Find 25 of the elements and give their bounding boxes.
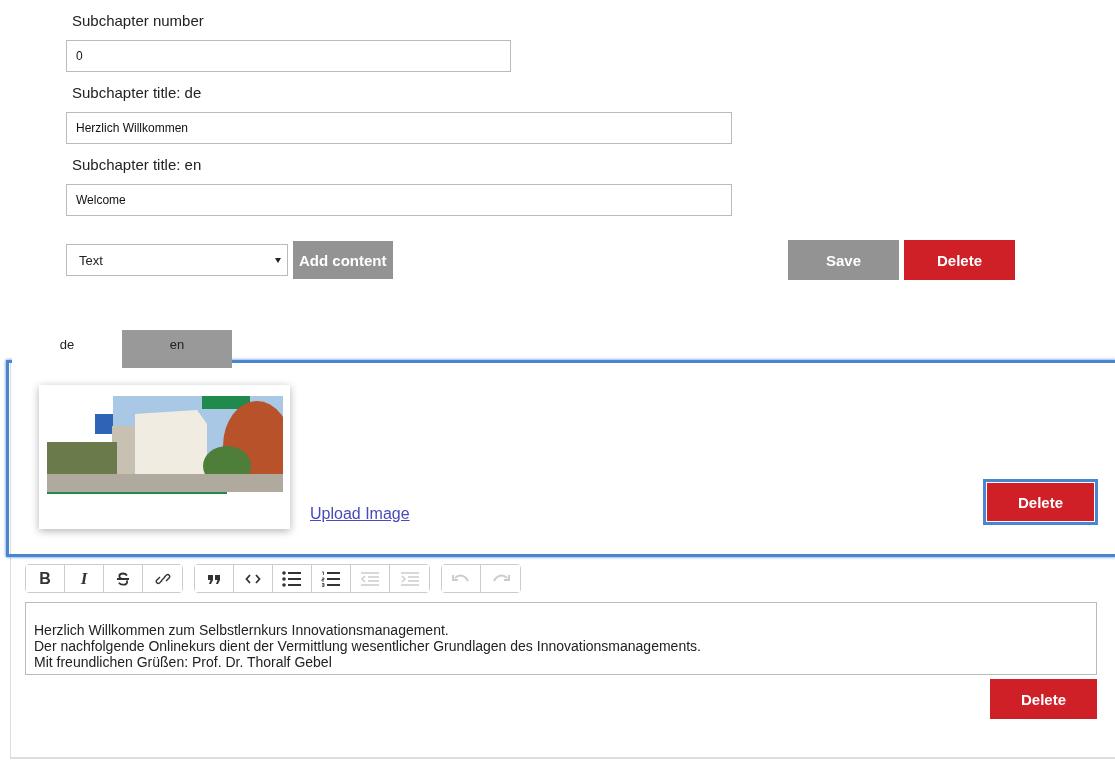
input-field[interactable]: Herzlich Willkommen bbox=[66, 112, 732, 144]
code-icon bbox=[245, 572, 261, 585]
editor-text-line: Herzlich Willkommen zum Selbstlernkurs Innovationsmanagement. bbox=[34, 622, 450, 638]
caret-icon bbox=[275, 257, 281, 263]
strikethrough-icon bbox=[115, 570, 131, 587]
editor-text-line: Mit freundlichen Grüßen: Prof. Dr. Thoralf Gebel bbox=[34, 654, 333, 670]
quote-button[interactable] bbox=[195, 565, 234, 592]
numbered-list-icon bbox=[321, 570, 341, 587]
outdent-icon bbox=[360, 570, 380, 587]
upload-image-link[interactable]: Upload Image bbox=[310, 505, 410, 523]
bold-button[interactable]: B bbox=[26, 565, 65, 592]
input-field[interactable]: Welcome bbox=[66, 184, 732, 216]
input-field[interactable]: 0 bbox=[66, 40, 511, 72]
delete-button[interactable]: Delete bbox=[904, 240, 1015, 280]
quote-icon bbox=[207, 572, 221, 585]
indent-icon bbox=[399, 570, 420, 587]
field-label: Subchapter title: en bbox=[71, 156, 203, 173]
field-label: Subchapter title: de bbox=[71, 84, 203, 101]
editor-text-line: Der nachfolgende Onlinekurs dient der Vermittlung wesentlicher Grundlagen des Innovationsmanagements. bbox=[34, 638, 702, 654]
text-editor[interactable] bbox=[25, 602, 1097, 675]
bulleted-list-icon bbox=[282, 570, 302, 587]
delete-button[interactable]: Delete bbox=[990, 679, 1097, 719]
content-type-dropdown[interactable]: Text bbox=[66, 244, 288, 276]
field-label: Subchapter number bbox=[71, 12, 205, 29]
language-tab[interactable]: en bbox=[122, 330, 232, 368]
